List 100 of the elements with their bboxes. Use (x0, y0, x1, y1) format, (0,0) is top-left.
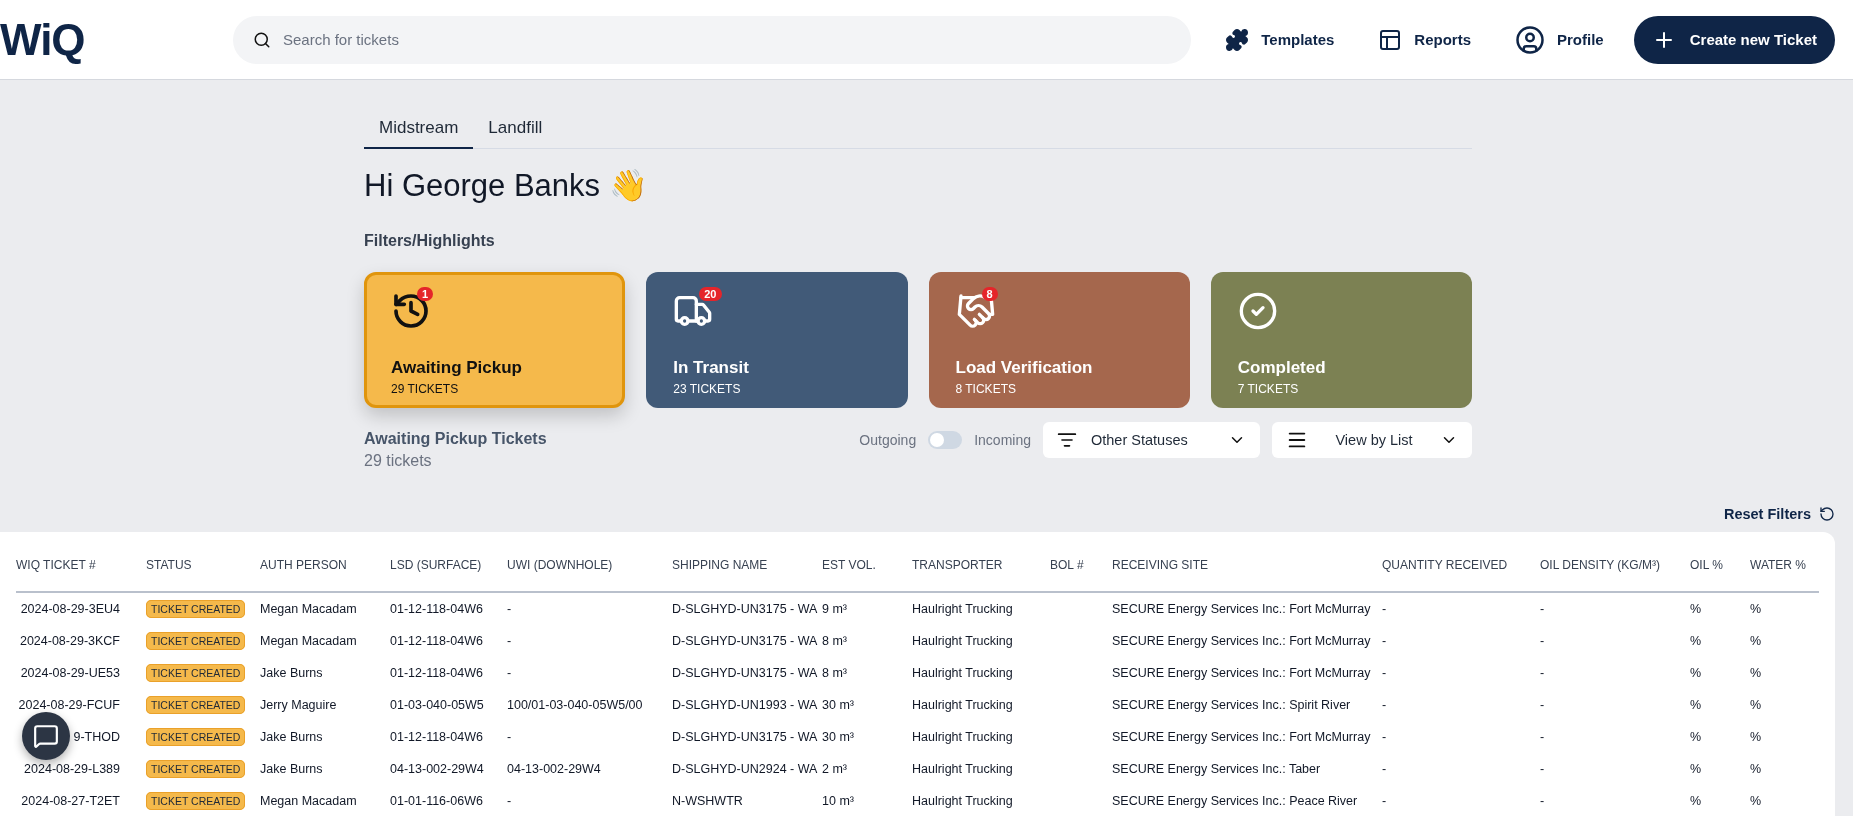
tab[interactable]: Midstream (364, 110, 474, 149)
table-cell: D-SLGHYD-UN3175 - WA (672, 666, 818, 680)
column-header: QUANTITY RECEIVED (1382, 557, 1509, 572)
table-cell: 01-12-118-04W6 (390, 730, 483, 744)
table-cell: % (1750, 666, 1762, 680)
table-cell: SECURE Energy Services Inc.: Fort McMurray (1112, 634, 1371, 648)
count-badge: 1 (417, 287, 434, 301)
table-cell: Haulright Trucking (912, 730, 1013, 744)
table-cell: - (1382, 762, 1387, 776)
table-cell: - (1382, 794, 1387, 808)
table-cell: SECURE Energy Services Inc.: Peace River (1112, 794, 1358, 808)
nav-link[interactable]: Profile (1515, 24, 1604, 55)
ticket-number: 2024-08-29-3KCF (19, 634, 120, 648)
status-card[interactable]: 8 Load Verification 8 TICKETS (928, 272, 1190, 408)
toggle-label: Outgoing (859, 432, 917, 448)
card-count: 8 TICKETS (955, 382, 1017, 396)
table-cell: - (507, 666, 512, 680)
card-title: Awaiting Pickup (391, 358, 523, 378)
status-badge: TICKET CREATED (146, 728, 246, 746)
table-cell: % (1750, 730, 1762, 744)
status-badge: TICKET CREATED (146, 664, 246, 682)
table-cell: % (1690, 762, 1702, 776)
table-cell: 100/01-03-040-05W5/00 (507, 698, 643, 712)
reset-filters-link[interactable]: Reset Filters (1723, 506, 1835, 522)
column-header: STATUS (146, 557, 193, 572)
table-cell: Megan Macadam (260, 634, 357, 648)
count-badge: 8 (981, 287, 998, 301)
table-cell: - (1540, 698, 1545, 712)
table-cell: % (1690, 730, 1702, 744)
table-cell: Haulright Trucking (912, 698, 1013, 712)
status-filter-dropdown[interactable]: Other Statuses (1043, 422, 1260, 458)
table-cell: 9 m³ (822, 602, 847, 616)
status-badge: TICKET CREATED (146, 760, 246, 778)
table-cell: Megan Macadam (260, 602, 357, 616)
table-cell: D-SLGHYD-UN3175 - WA (672, 634, 818, 648)
card-title: Load Verification (955, 358, 1094, 378)
table-cell: Megan Macadam (260, 794, 357, 808)
table-cell: - (1382, 602, 1387, 616)
column-header: EST VOL. (822, 557, 877, 572)
view-dropdown[interactable]: View by List (1272, 422, 1472, 458)
status-badge: TICKET CREATED (146, 600, 246, 618)
table-cell: % (1750, 602, 1762, 616)
table-cell: 8 m³ (822, 666, 847, 680)
nav-link[interactable]: Templates (1225, 27, 1335, 52)
direction-toggle[interactable] (928, 431, 963, 449)
table-cell: - (507, 794, 512, 808)
status-badge: TICKET CREATED (146, 632, 246, 650)
card-title: In Transit (673, 358, 750, 378)
ticket-number: 2024-08-29-FCUF (18, 698, 120, 712)
table-cell: Haulright Trucking (912, 634, 1013, 648)
ticket-number: 2024-08-27-T2ET (21, 794, 120, 808)
chat-icon (33, 723, 59, 749)
count-badge: 20 (699, 287, 722, 301)
table-cell: 30 m³ (822, 698, 854, 712)
table-cell: % (1690, 698, 1702, 712)
status-badge: TICKET CREATED (146, 696, 246, 714)
ticket-number: 9-THOD (73, 730, 120, 744)
search-field[interactable]: Search for tickets (233, 15, 1191, 64)
table-cell: D-SLGHYD-UN1993 - WA (672, 698, 818, 712)
column-header: SHIPPING NAME (672, 557, 769, 572)
logo[interactable]: WiQ (0, 17, 233, 62)
toggle-label: Incoming (974, 432, 1031, 448)
column-header: OIL DENSITY (KG/M³) (1540, 557, 1661, 572)
status-card[interactable]: 20 In Transit 23 TICKETS (646, 272, 908, 408)
profile-icon (1515, 24, 1546, 55)
table-cell: - (1382, 634, 1387, 648)
table-cell: - (1540, 666, 1545, 680)
table-cell: D-SLGHYD-UN3175 - WA (672, 730, 818, 744)
column-header: WATER % (1750, 557, 1807, 572)
create-ticket-button[interactable]: Create new Ticket (1633, 15, 1835, 64)
table-cell: SECURE Energy Services Inc.: Spirit River (1112, 698, 1351, 712)
status-card[interactable]: 1 Awaiting Pickup 29 TICKETS (364, 272, 626, 408)
table-cell: % (1750, 794, 1762, 808)
table-cell: 01-12-118-04W6 (390, 666, 483, 680)
table-cell: % (1750, 762, 1762, 776)
table-cell: % (1690, 602, 1702, 616)
table-cell: - (507, 634, 512, 648)
table-cell: - (1382, 730, 1387, 744)
table-cell: Haulright Trucking (912, 762, 1013, 776)
table-cell: - (1540, 634, 1545, 648)
column-header: WIQ TICKET # (16, 557, 97, 572)
layout-icon (1378, 27, 1403, 52)
column-header: LSD (SURFACE) (390, 557, 483, 572)
section-title: Filters/Highlights (364, 232, 496, 250)
table-cell: Haulright Trucking (912, 602, 1013, 616)
ticket-number: 2024-08-29-L389 (24, 762, 120, 776)
table-cell: D-SLGHYD-UN2924 - WA (672, 762, 818, 776)
status-card[interactable]: Completed 7 TICKETS (1210, 272, 1472, 408)
handshake-icon (955, 291, 996, 331)
table-cell: 01-01-116-06W6 (390, 794, 483, 808)
search-icon (253, 30, 271, 49)
tab[interactable]: Landfill (473, 110, 558, 149)
table-cell: % (1690, 634, 1702, 648)
nav-link[interactable]: Reports (1378, 27, 1472, 52)
table-cell: - (1382, 666, 1387, 680)
table-cell: 01-12-118-04W6 (390, 602, 483, 616)
table-cell: - (1540, 730, 1545, 744)
table-cell: % (1690, 666, 1702, 680)
column-header: RECEIVING SITE (1112, 557, 1210, 572)
table-cell: 2 m³ (822, 762, 847, 776)
